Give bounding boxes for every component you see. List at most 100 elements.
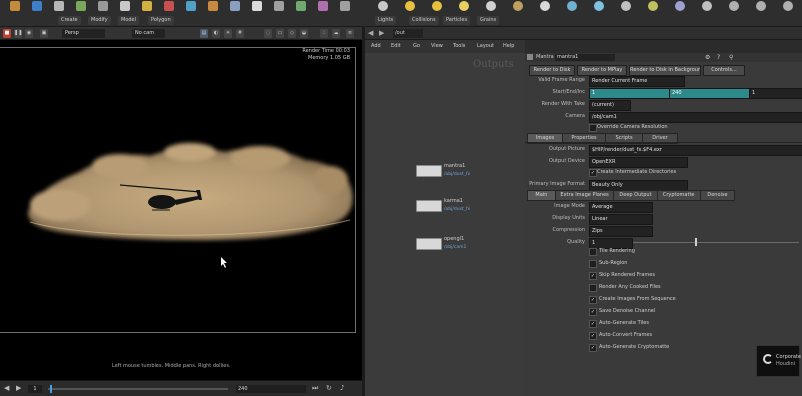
quality-slider-track[interactable]	[633, 242, 799, 243]
start-frame-field[interactable]: 1	[589, 88, 671, 99]
output-device-dropdown[interactable]: OpenEXR	[589, 157, 688, 168]
particles-icon[interactable]: ∴	[320, 29, 328, 38]
shelf-right-tool-8[interactable]	[588, 0, 610, 15]
output-node-0[interactable]: mantra1/obj/dust_fx	[416, 163, 470, 177]
safe-area-icon[interactable]: ▭	[276, 29, 284, 38]
shelf-right-tool-7[interactable]	[561, 0, 583, 15]
node-path-link[interactable]: /obj/dust_fx	[444, 172, 470, 177]
valid-frame-range-dropdown[interactable]: Render Current Frame	[589, 76, 685, 87]
shelf-tool-9[interactable]	[202, 0, 224, 15]
render-button-2[interactable]: Render to Disk in Background	[629, 65, 701, 76]
end-frame-field[interactable]: 240	[669, 88, 751, 99]
checkbox-4[interactable]: ✓	[589, 296, 597, 304]
shelf-right-tab-0[interactable]: Lights	[375, 16, 397, 25]
subtab-2[interactable]: Deep Output	[613, 190, 658, 201]
shelf-tool-5[interactable]	[114, 0, 136, 15]
shelf-tool-3[interactable]	[70, 0, 92, 15]
shelf-right-tool-14[interactable]	[750, 0, 772, 15]
frame-field[interactable]: 1	[28, 385, 42, 393]
node-shape[interactable]	[416, 200, 442, 212]
shelf-tool-11[interactable]	[246, 0, 268, 15]
network-menu-tools[interactable]: Tools	[453, 42, 465, 51]
shelf-tool-12[interactable]	[268, 0, 290, 15]
shelf-tool-0[interactable]	[4, 0, 26, 15]
shelf-tool-1[interactable]	[26, 0, 48, 15]
node-name-field[interactable]: mantra1	[555, 54, 615, 61]
camera-dropdown[interactable]: No cam	[132, 29, 165, 38]
shelf-right-tool-2[interactable]	[426, 0, 448, 15]
shelf-right-tool-10[interactable]	[642, 0, 664, 15]
render-button-3[interactable]: Controls...	[703, 65, 745, 76]
shelf-right-tab-3[interactable]: Grains	[477, 16, 500, 25]
checkbox-6[interactable]: ✓	[589, 320, 597, 328]
timeline-cursor[interactable]	[50, 385, 52, 393]
inc-field[interactable]: 1	[749, 88, 802, 99]
shelf-tool-10[interactable]	[224, 0, 246, 15]
forward-arrow-icon[interactable]: ▶	[379, 29, 388, 38]
render-button-1[interactable]: Render to MPlay	[577, 65, 627, 76]
render-with-take-dropdown[interactable]: (current)	[589, 100, 631, 111]
shelf-right-tab-1[interactable]: Collisions	[409, 16, 439, 25]
pin-icon[interactable]: ⚲	[729, 54, 736, 61]
checkbox-0[interactable]	[589, 248, 597, 256]
shelf-tool-6[interactable]	[136, 0, 158, 15]
node-shape[interactable]	[416, 165, 442, 177]
shelf-tab-0[interactable]: Create	[58, 16, 81, 25]
stop-render-icon[interactable]: ■	[3, 29, 11, 38]
output-node-1[interactable]: karma1/obj/dust_fx	[416, 198, 470, 212]
network-menu-help[interactable]: Help	[503, 42, 514, 51]
subtab-1[interactable]: Extra Image Planes	[554, 190, 615, 201]
timeline-track[interactable]	[48, 388, 228, 390]
render-region-icon[interactable]: ▣	[40, 29, 48, 38]
render-button-0[interactable]: Render to Disk	[529, 65, 575, 76]
volume-icon[interactable]: ☁	[332, 29, 340, 38]
shelf-right-tool-3[interactable]	[453, 0, 475, 15]
network-menu-go[interactable]: Go	[413, 42, 420, 51]
lighting-icon[interactable]: ☀	[224, 29, 232, 38]
shelf-right-tool-4[interactable]	[480, 0, 502, 15]
pause-icon[interactable]: ❚❚	[14, 29, 22, 38]
shelf-right-tool-13[interactable]	[723, 0, 745, 15]
quality-slider-handle[interactable]	[695, 238, 697, 246]
viewport-menu-icon[interactable]: ≡	[346, 29, 354, 38]
network-menu-view[interactable]: View	[431, 42, 443, 51]
output-node-2[interactable]: opengl1/obj/cam1	[416, 236, 466, 250]
node-path-link[interactable]: /obj/dust_fx	[444, 207, 470, 212]
shelf-tool-7[interactable]	[158, 0, 180, 15]
step-forward-icon[interactable]: ⏭	[312, 384, 320, 392]
gear-icon[interactable]: ⚙	[705, 54, 712, 61]
view-dropdown[interactable]: Persp	[62, 29, 105, 38]
play-reverse-icon[interactable]: ◀	[4, 384, 12, 392]
shelf-right-tool-11[interactable]	[669, 0, 691, 15]
camera-field[interactable]: /obj/cam1	[589, 112, 802, 123]
ghost-icon[interactable]: ◌	[264, 29, 272, 38]
network-menu-add[interactable]: Add	[371, 42, 381, 51]
shelf-tool-4[interactable]	[92, 0, 114, 15]
shading-icon[interactable]: ◐	[212, 29, 220, 38]
subtab-4[interactable]: Denoise	[699, 190, 736, 201]
shelf-right-tool-15[interactable]	[777, 0, 799, 15]
shelf-right-tool-6[interactable]	[534, 0, 556, 15]
network-path-field[interactable]: /out	[393, 29, 423, 38]
subtab-0[interactable]: Main	[527, 190, 556, 201]
output-picture-field[interactable]: $HIP/render/dust_fx.$F4.exr	[589, 145, 802, 156]
backface-icon[interactable]: ◒	[300, 29, 308, 38]
network-menu-layout[interactable]: Layout	[477, 42, 494, 51]
shelf-tool-2[interactable]	[48, 0, 70, 15]
checkbox-2[interactable]: ✓	[589, 272, 597, 280]
subtab-3[interactable]: Cryptomatte	[656, 190, 701, 201]
checkbox-5[interactable]: ✓	[589, 308, 597, 316]
shelf-tab-2[interactable]: Model	[118, 16, 140, 25]
node-path-link[interactable]: /obj/cam1	[444, 245, 466, 250]
help-icon[interactable]: ?	[717, 54, 724, 61]
checkbox-1[interactable]	[589, 260, 597, 268]
compression-dropdown[interactable]: Zips	[589, 226, 653, 237]
checkbox-7[interactable]: ✓	[589, 332, 597, 340]
display-units-dropdown[interactable]: Linear	[589, 214, 653, 225]
loop-icon[interactable]: ↻	[326, 384, 334, 392]
wire-icon[interactable]: ◇	[288, 29, 296, 38]
end-frame-field[interactable]: 240	[236, 385, 306, 393]
shelf-right-tab-2[interactable]: Particles	[443, 16, 471, 25]
play-icon[interactable]: ▶	[16, 384, 24, 392]
shelf-right-tool-0[interactable]	[372, 0, 394, 15]
